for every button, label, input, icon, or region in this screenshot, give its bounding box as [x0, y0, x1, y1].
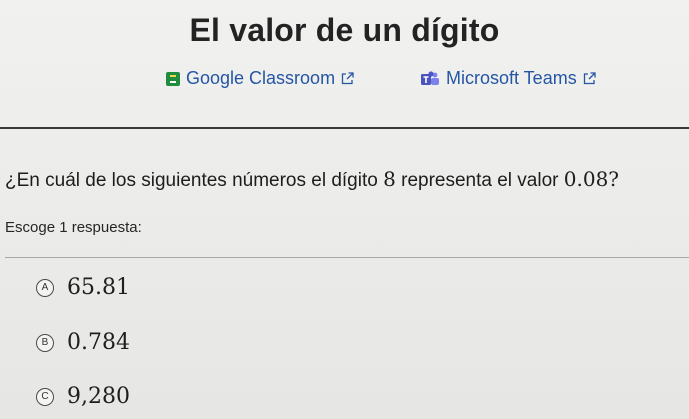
- question-value: 0.08?: [563, 167, 620, 191]
- answer-option-c[interactable]: C 9,280: [36, 384, 130, 409]
- question-text: ¿En cuál de los siguientes números el dí…: [5, 167, 689, 192]
- option-letter-badge: A: [36, 278, 54, 297]
- question-middle: representa el valor: [395, 170, 564, 191]
- option-value: 9,280: [67, 384, 130, 409]
- microsoft-teams-icon: [421, 70, 439, 85]
- answer-option-b[interactable]: B 0.784: [36, 330, 130, 355]
- external-link-icon: [583, 72, 596, 85]
- external-link-icon: [341, 72, 354, 85]
- google-classroom-icon: [166, 71, 180, 86]
- option-letter-badge: B: [36, 333, 54, 352]
- question-digit: 8: [383, 167, 396, 191]
- header-divider: [0, 127, 689, 129]
- option-value: 65.81: [67, 275, 130, 300]
- microsoft-teams-share-link[interactable]: Microsoft Teams: [420, 68, 596, 89]
- microsoft-teams-label: Microsoft Teams: [446, 68, 577, 88]
- question-prefix: ¿En cuál de los siguientes números el dí…: [5, 170, 384, 191]
- google-classroom-label: Google Classroom: [186, 68, 336, 88]
- answer-option-a[interactable]: A 65.81: [36, 275, 130, 300]
- answer-instruction: Escoge 1 respuesta:: [5, 219, 142, 236]
- google-classroom-share-link[interactable]: Google Classroom: [166, 68, 354, 89]
- page-title: El valor de un dígito: [189, 12, 500, 48]
- options-divider: [5, 257, 689, 258]
- option-value: 0.784: [67, 330, 130, 355]
- option-letter-badge: C: [36, 387, 54, 406]
- share-bar: Google Classroom Microsoft Teams: [0, 68, 689, 92]
